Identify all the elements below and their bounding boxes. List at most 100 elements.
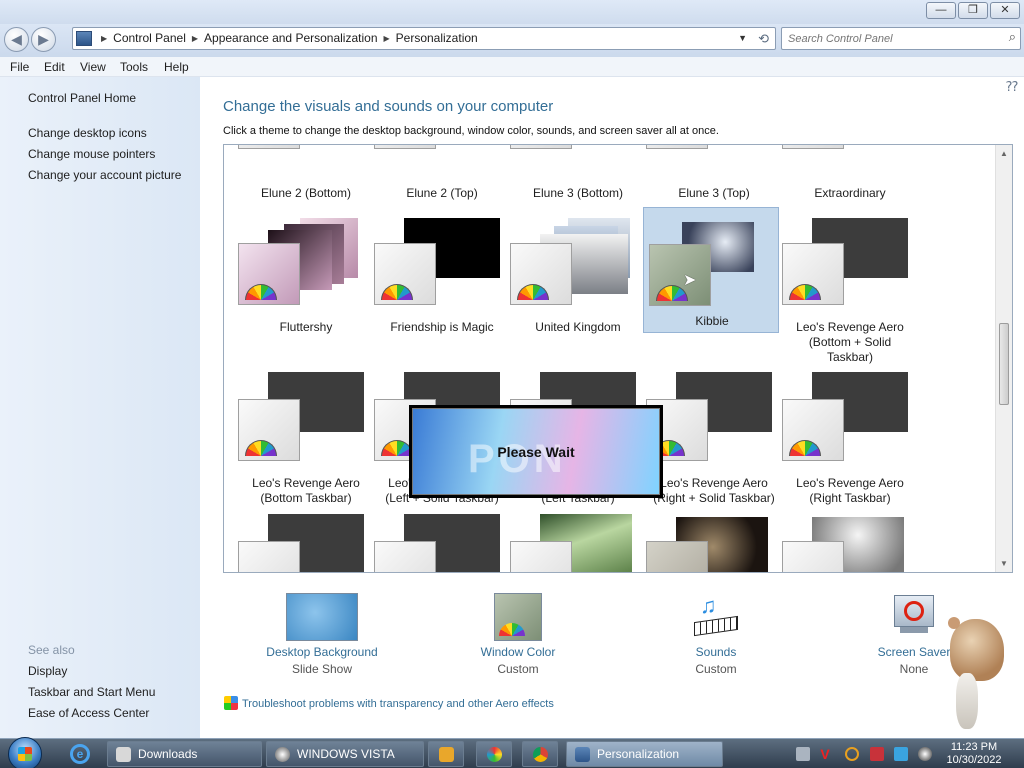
back-button[interactable]: ◀ [4, 27, 29, 52]
tray-flag-icon[interactable] [870, 747, 884, 761]
page-description: Click a theme to change the desktop back… [223, 125, 719, 137]
address-bar[interactable]: ▶ Control Panel ▶ Appearance and Personaliz… [72, 27, 776, 50]
breadcrumb-appearance[interactable]: Appearance and Personalization [204, 31, 377, 45]
theme-name: Leo's Revenge Aero (Bottom Taskbar) [252, 476, 360, 505]
window-color-label: Window Color [480, 645, 556, 659]
chrome-button[interactable] [522, 741, 558, 767]
tray-volume-icon[interactable] [918, 747, 932, 761]
taskbar-button-personalization[interactable]: Personalization [566, 741, 723, 767]
theme-color-swatch [374, 243, 436, 305]
theme-tile[interactable]: Elune 3 (Top) [646, 145, 782, 200]
color-fan-icon [517, 284, 549, 300]
troubleshoot-label[interactable]: Troubleshoot problems with transparency … [242, 698, 554, 710]
chevron-right-icon[interactable]: ▶ [101, 34, 107, 43]
theme-tile[interactable]: Friendship is Magic [374, 214, 510, 338]
tray-monitor-icon[interactable] [894, 747, 908, 761]
theme-tile[interactable]: Leo's Revenge Aero (Bottom + Solid Taskb… [782, 214, 918, 364]
color-fan-icon [789, 440, 821, 456]
theme-tile[interactable]: Fluttershy [238, 214, 374, 338]
chevron-right-icon[interactable]: ▶ [384, 34, 390, 43]
theme-list-scrollbar[interactable]: ▲ ▼ [995, 145, 1012, 572]
control-panel-home-link[interactable]: Control Panel Home [28, 91, 136, 105]
taskbar-button-windows-vista[interactable]: WINDOWS VISTA [266, 741, 424, 767]
media-player-button[interactable] [428, 741, 464, 767]
search-icon[interactable]: ⌕ [1009, 29, 1016, 45]
refresh-icon[interactable]: ⟲ [758, 28, 769, 49]
theme-tile[interactable]: United Kingdom [510, 214, 646, 338]
menu-view[interactable]: View [80, 60, 106, 74]
theme-tile[interactable] [374, 514, 510, 572]
minimize-button[interactable]: — [926, 2, 956, 19]
theme-name: Kibbie [695, 314, 729, 328]
theme-list[interactable]: Elune 2 (Bottom) Elune 2 (Top) Elune 3 (… [223, 144, 1013, 573]
search-box[interactable]: ⌕ [781, 27, 1021, 50]
navigation-bar: ◀ ▶ ▶ Control Panel ▶ Appearance and Person… [0, 24, 1024, 57]
change-account-picture-link[interactable]: Change your account picture [28, 168, 181, 182]
breadcrumb: ▶ Control Panel ▶ Appearance and Personaliz… [95, 28, 478, 49]
theme-tile[interactable]: Elune 3 (Bottom) [510, 145, 646, 200]
paint-button[interactable] [476, 741, 512, 767]
media-player-icon [439, 747, 454, 762]
search-input[interactable] [788, 30, 988, 47]
theme-tile[interactable]: Elune 2 (Top) [374, 145, 510, 200]
window-color-icon [494, 593, 542, 641]
breadcrumb-personalization[interactable]: Personalization [396, 31, 478, 45]
taskbar-label: Downloads [138, 747, 198, 761]
maximize-button[interactable]: ❐ [958, 2, 988, 19]
start-button[interactable] [8, 737, 42, 768]
clock-time: 11:23 PM [950, 741, 998, 753]
help-icon[interactable]: ⁇ [1006, 79, 1018, 95]
theme-tile[interactable]: Leo's Revenge Aero (Right + Solid Taskba… [646, 372, 782, 505]
taskbar-start-menu-link[interactable]: Taskbar and Start Menu [28, 685, 155, 699]
scroll-down-icon[interactable]: ▼ [1000, 559, 1008, 568]
forward-button[interactable]: ▶ [31, 27, 56, 52]
tray-v-icon[interactable]: V [818, 747, 832, 761]
desktop-background-button[interactable]: Desktop Background Slide Show [252, 593, 392, 676]
menu-help[interactable]: Help [164, 60, 189, 74]
theme-name: Elune 3 (Top) [678, 186, 750, 200]
theme-tile[interactable]: Elune 2 (Bottom) [238, 145, 374, 200]
menu-edit[interactable]: Edit [44, 60, 65, 74]
change-desktop-icons-link[interactable]: Change desktop icons [28, 126, 147, 140]
tray-network-icon[interactable] [796, 747, 810, 761]
taskbar-clock[interactable]: 11:23 PM 10/30/2022 [936, 741, 1012, 767]
theme-tile[interactable]: Leo's Revenge Aero (Right Taskbar) [782, 372, 918, 505]
menu-tools[interactable]: Tools [120, 60, 148, 74]
scroll-up-icon[interactable]: ▲ [1000, 149, 1008, 158]
color-fan-icon [381, 284, 413, 300]
theme-tile[interactable]: Extraordinary [782, 145, 918, 200]
troubleshoot-link[interactable]: Troubleshoot problems with transparency … [224, 696, 554, 710]
change-mouse-pointers-link[interactable]: Change mouse pointers [28, 147, 155, 161]
close-button[interactable]: ✕ [990, 2, 1020, 19]
display-link[interactable]: Display [28, 664, 67, 678]
internet-explorer-icon[interactable]: e [70, 744, 90, 764]
window-color-button[interactable]: Window Color Custom [448, 593, 588, 676]
theme-tile[interactable] [510, 514, 646, 572]
see-also-label: See also [28, 643, 75, 657]
theme-color-swatch [782, 399, 844, 461]
please-wait-banner: PON Please Wait [412, 408, 660, 495]
clock-date: 10/30/2022 [946, 754, 1002, 766]
theme-tile[interactable] [646, 514, 782, 572]
scroll-thumb[interactable] [999, 323, 1009, 405]
chevron-right-icon[interactable]: ▶ [192, 34, 198, 43]
chevron-down-icon[interactable]: ▼ [738, 28, 747, 49]
task-pane: Control Panel Home Change desktop icons … [0, 77, 200, 738]
theme-color-swatch [374, 145, 436, 149]
theme-name: Elune 2 (Top) [406, 186, 478, 200]
sounds-value: Custom [695, 662, 737, 676]
menu-file[interactable]: File [10, 60, 29, 74]
sounds-button[interactable]: ♫ Sounds Custom [646, 593, 786, 676]
window-titlebar[interactable]: — ❐ ✕ [0, 0, 1024, 24]
taskbar-button-downloads[interactable]: Downloads [107, 741, 262, 767]
sounds-icon: ♫ [692, 593, 740, 641]
ease-of-access-link[interactable]: Ease of Access Center [28, 706, 149, 720]
hamster-desktop-pet[interactable] [942, 613, 1006, 737]
breadcrumb-control-panel[interactable]: Control Panel [113, 31, 186, 45]
theme-tile[interactable]: Leo's Revenge Aero (Bottom Taskbar) [238, 372, 374, 505]
tray-search-icon[interactable] [845, 747, 859, 761]
theme-tile[interactable] [238, 514, 374, 572]
theme-tile[interactable] [782, 514, 918, 572]
theme-color-swatch [649, 244, 711, 306]
theme-tile-selected[interactable]: ➤ Kibbie [643, 207, 779, 333]
